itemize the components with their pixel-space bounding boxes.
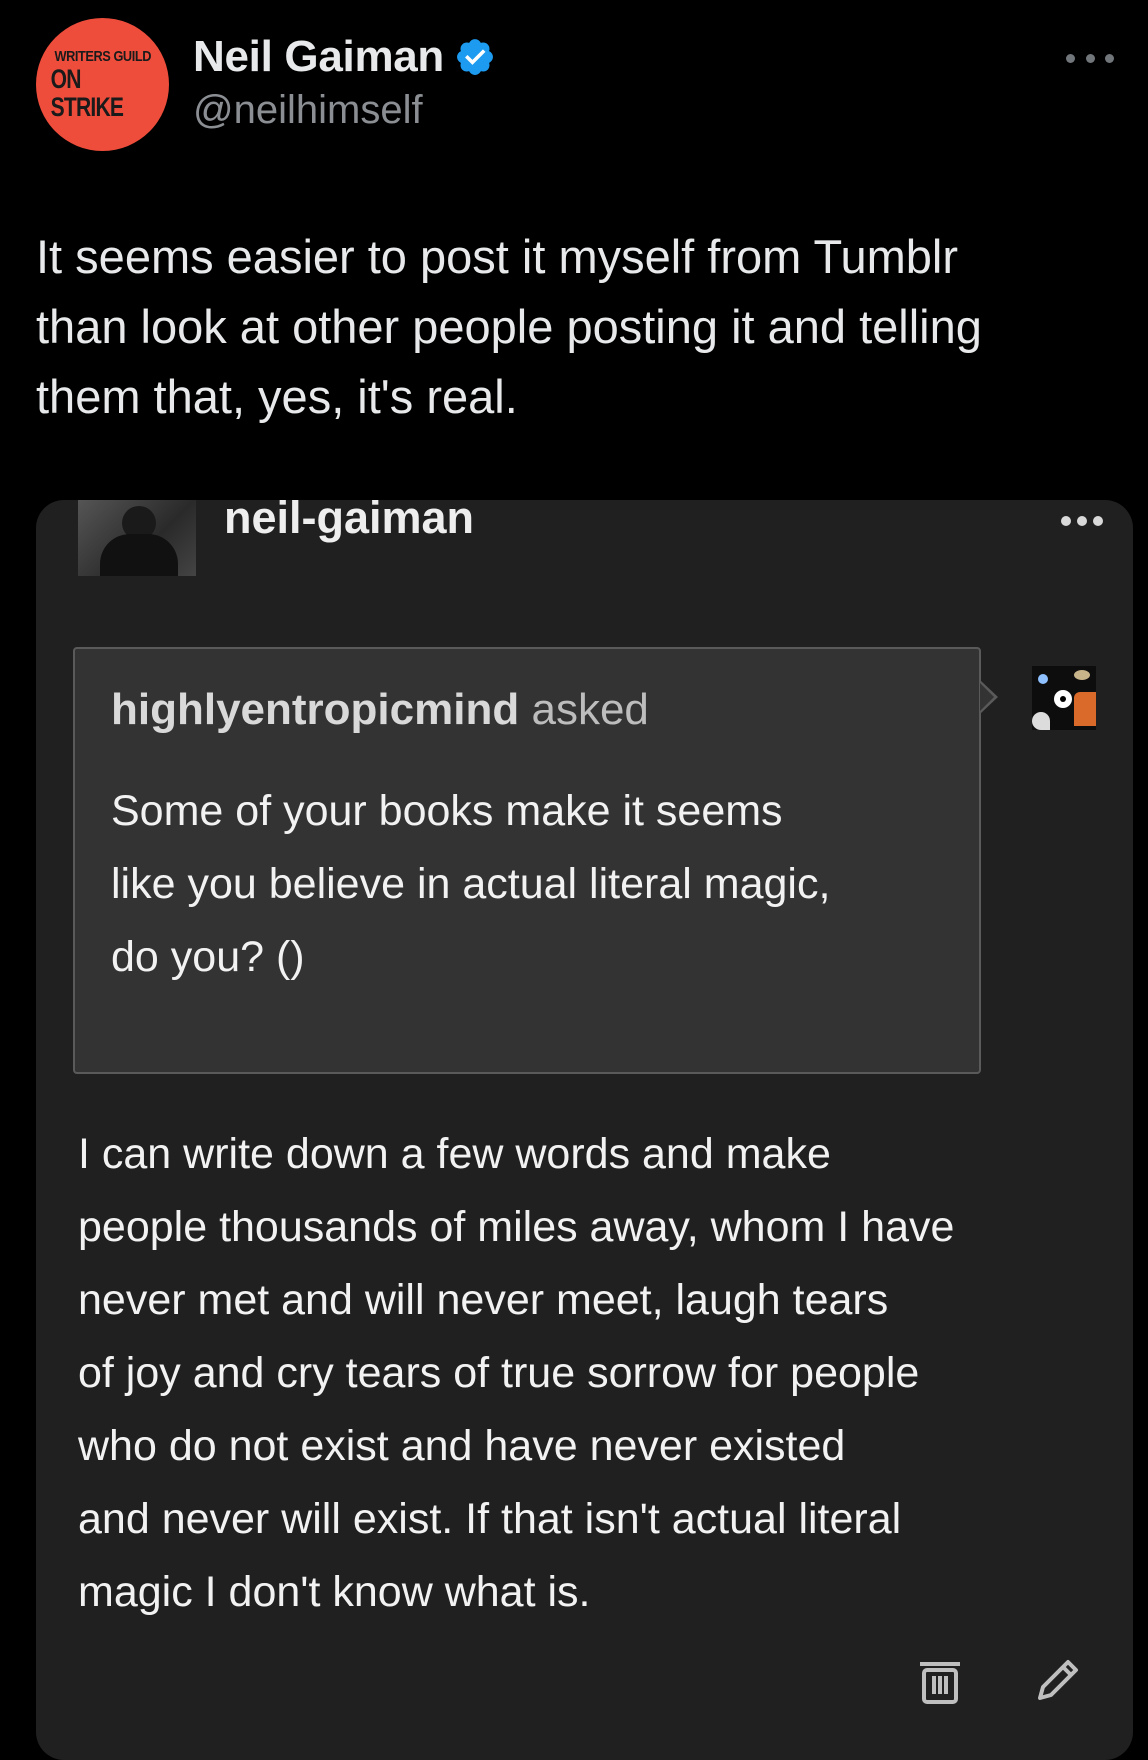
avatar-text-line2: ON STRIKE xyxy=(50,63,124,122)
more-options-icon[interactable] xyxy=(1066,48,1114,68)
trash-icon xyxy=(920,1662,960,1704)
tumblr-more-icon xyxy=(1061,514,1103,528)
tumblr-author-avatar xyxy=(78,500,196,576)
avatar-text-line1: WRITERS GUILD xyxy=(54,47,151,65)
avatar-body-shape xyxy=(100,534,178,576)
avatar-detail xyxy=(1074,692,1096,726)
more-dot xyxy=(1105,53,1114,63)
author-handle[interactable]: @neilhimself xyxy=(193,88,423,133)
asker-name: highlyentropicmind xyxy=(111,685,520,734)
avatar-detail xyxy=(1032,712,1050,730)
more-dot xyxy=(1085,53,1095,63)
author-name-row[interactable]: Neil Gaiman xyxy=(193,32,496,82)
ask-question: Some of your books make it seems like yo… xyxy=(111,787,831,981)
asker-line: highlyentropicmind asked xyxy=(111,685,649,735)
author-display-name[interactable]: Neil Gaiman xyxy=(193,32,444,82)
more-dot xyxy=(1077,516,1087,526)
ask-box: highlyentropicmind asked Some of your bo… xyxy=(73,647,981,1074)
ask-pointer-inner xyxy=(980,683,994,711)
asker-avatar xyxy=(1032,666,1096,730)
more-dot xyxy=(1061,516,1071,526)
more-dot xyxy=(1066,53,1075,63)
answer-text: I can write down a few words and make pe… xyxy=(78,1130,955,1616)
tweet-header: WRITERS GUILD ON STRIKE Neil Gaiman @nei… xyxy=(36,18,1126,158)
tweet-text: It seems easier to post it myself from T… xyxy=(36,230,982,423)
tumblr-author-name: neil-gaiman xyxy=(224,492,475,543)
verified-badge-icon xyxy=(457,39,493,75)
pencil-icon xyxy=(1038,1660,1078,1700)
tumblr-post-image[interactable]: neil-gaiman highlyentropicmind asked Som… xyxy=(36,492,1133,1760)
avatar-detail xyxy=(1074,670,1090,680)
author-avatar[interactable]: WRITERS GUILD ON STRIKE xyxy=(36,18,169,151)
asker-verb: asked xyxy=(531,685,649,734)
avatar-detail xyxy=(1038,674,1048,684)
more-dot xyxy=(1093,516,1103,526)
avatar-detail xyxy=(1060,696,1066,702)
